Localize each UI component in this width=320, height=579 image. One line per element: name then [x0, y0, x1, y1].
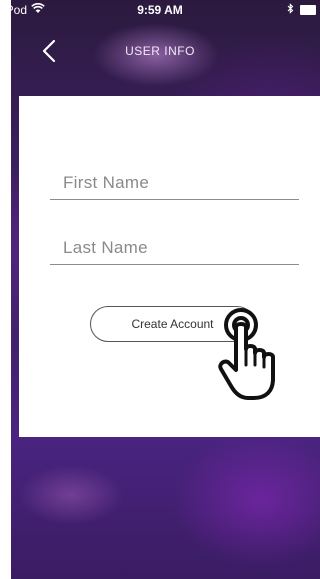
first-name-input[interactable] [63, 173, 293, 193]
last-name-input[interactable] [63, 238, 293, 258]
status-right [287, 3, 316, 17]
status-time: 9:59 AM [137, 3, 183, 17]
nav-bar: USER INFO [0, 20, 320, 64]
create-account-label: Create Account [131, 317, 214, 331]
first-name-field [50, 167, 299, 200]
app-frame: iPod 9:59 AM USER INFO First Name Last N… [0, 0, 320, 579]
tap-hand-icon [214, 303, 284, 403]
left-edge-strip [0, 0, 11, 579]
page-title: USER INFO [125, 44, 195, 58]
status-bar: iPod 9:59 AM [0, 0, 320, 20]
bluetooth-icon [287, 3, 294, 17]
last-name-field [50, 232, 299, 265]
battery-icon [300, 5, 316, 15]
